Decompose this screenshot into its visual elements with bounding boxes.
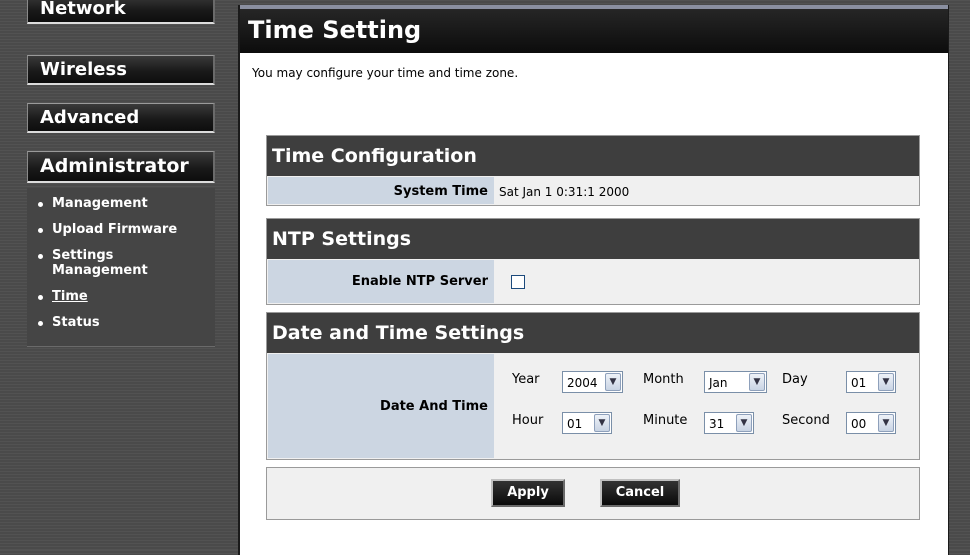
submenu-item-status[interactable]: Status [37, 315, 215, 330]
date-time-heading: Date and Time Settings [267, 313, 919, 353]
month-select[interactable]: Jan ▼ [704, 371, 767, 393]
main-panel: Time Setting You may configure your time… [238, 5, 949, 555]
submenu-item-label: Time [52, 289, 88, 304]
chevron-down-icon: ▼ [749, 373, 765, 391]
second-value: 00 [851, 417, 867, 431]
day-value: 01 [851, 376, 867, 390]
page-title: Time Setting [248, 16, 422, 44]
second-label: Second [782, 413, 830, 428]
ntp-settings-heading: NTP Settings [267, 219, 919, 259]
intro-text: You may configure your time and time zon… [252, 66, 519, 80]
submenu-item-label: Status [52, 315, 100, 330]
submenu-item-time[interactable]: Time [37, 289, 215, 304]
system-time-row: System Time Sat Jan 1 0:31:1 2000 [267, 176, 919, 205]
minute-value: 31 [709, 417, 725, 431]
hour-value: 01 [567, 417, 583, 431]
system-time-label: System Time [268, 177, 494, 204]
year-select[interactable]: 2004 ▼ [562, 371, 623, 393]
enable-ntp-checkbox[interactable] [511, 275, 525, 289]
ntp-settings-section: NTP Settings Enable NTP Server [266, 218, 920, 305]
time-configuration-heading: Time Configuration [267, 136, 919, 176]
submenu-item-label: Settings Management [52, 248, 148, 278]
submenu-item-upload-firmware[interactable]: Upload Firmware [37, 222, 215, 237]
month-label: Month [643, 372, 684, 387]
day-label: Day [782, 372, 808, 387]
minute-select[interactable]: 31 ▼ [704, 412, 754, 434]
system-time-value: Sat Jan 1 0:31:1 2000 [499, 185, 630, 199]
submenu-item-settings-management[interactable]: Settings Management [37, 248, 162, 278]
submenu-item-label: Upload Firmware [52, 222, 178, 237]
chevron-down-icon: ▼ [878, 373, 894, 391]
nav-wireless-button[interactable]: Wireless [27, 55, 215, 85]
year-value: 2004 [567, 376, 598, 390]
time-configuration-section: Time Configuration System Time Sat Jan 1… [266, 135, 920, 206]
second-select[interactable]: 00 ▼ [846, 412, 896, 434]
year-label: Year [512, 372, 540, 387]
hour-label: Hour [512, 413, 544, 428]
title-bar: Time Setting [240, 5, 948, 53]
nav-advanced-button[interactable]: Advanced [27, 103, 215, 133]
minute-label: Minute [643, 413, 688, 428]
chevron-down-icon: ▼ [878, 414, 894, 432]
nav-administrator-button[interactable]: Administrator [27, 151, 215, 183]
month-value: Jan [709, 376, 728, 390]
apply-button[interactable]: Apply [491, 479, 565, 507]
submenu-item-management[interactable]: Management [37, 196, 215, 211]
day-select[interactable]: 01 ▼ [846, 371, 896, 393]
administrator-submenu: Management Upload Firmware Settings Mana… [27, 188, 215, 347]
enable-ntp-label: Enable NTP Server [268, 260, 494, 303]
action-bar: Apply Cancel [266, 467, 920, 520]
enable-ntp-row: Enable NTP Server [267, 259, 919, 304]
cancel-button[interactable]: Cancel [600, 479, 680, 507]
chevron-down-icon: ▼ [605, 373, 621, 391]
hour-select[interactable]: 01 ▼ [562, 412, 612, 434]
chevron-down-icon: ▼ [594, 414, 610, 432]
chevron-down-icon: ▼ [736, 414, 752, 432]
submenu-item-label: Management [52, 196, 148, 211]
date-and-time-row: Date And Time Year 2004 ▼ Month Jan ▼ Da… [267, 353, 919, 459]
date-and-time-label: Date And Time [268, 354, 494, 458]
date-time-section: Date and Time Settings Date And Time Yea… [266, 312, 920, 460]
nav-network-button[interactable]: Network [27, 0, 215, 24]
